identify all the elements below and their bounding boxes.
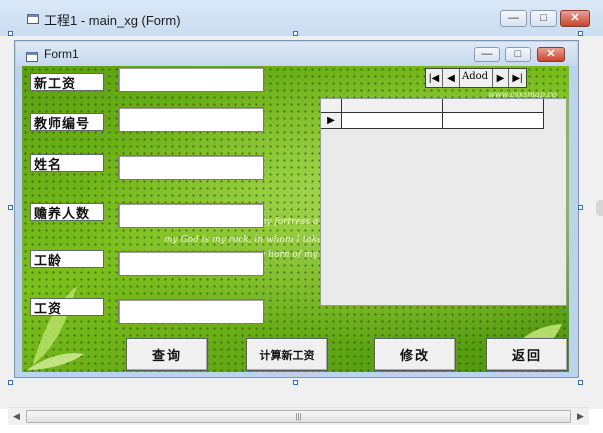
- resize-handle[interactable]: [578, 380, 583, 385]
- close-icon: ✕: [570, 12, 580, 24]
- scroll-right-button[interactable]: ▶: [572, 408, 589, 425]
- outer-window-title: 工程1 - main_xg (Form): [44, 13, 181, 28]
- resize-handle[interactable]: [8, 31, 13, 36]
- grid-cell[interactable]: [342, 113, 443, 129]
- resize-handle[interactable]: [578, 205, 583, 210]
- background-verse-line1: my fortress a: [258, 217, 319, 227]
- form-canvas: my fortress a my God is my rock, in whom…: [22, 66, 569, 372]
- scrollbar-thumb[interactable]: |||: [26, 410, 571, 423]
- background-verse-line2: my God is my rock, in whom I take: [164, 235, 323, 245]
- dependents-input[interactable]: [118, 203, 264, 228]
- minimize-button[interactable]: —: [500, 10, 527, 27]
- name-input[interactable]: [118, 155, 264, 180]
- grid-row-selector[interactable]: ▶: [321, 113, 342, 129]
- move-next-button[interactable]: ▶: [492, 69, 509, 87]
- move-last-icon: ▶|: [512, 72, 523, 84]
- grid-column-header[interactable]: [342, 99, 443, 113]
- close-button[interactable]: ✕: [560, 10, 590, 27]
- grid-column-header[interactable]: [443, 99, 544, 113]
- new-salary-input[interactable]: [118, 67, 264, 92]
- grid-cell[interactable]: [443, 113, 544, 129]
- form-close-button[interactable]: ✕: [537, 47, 565, 62]
- move-first-icon: |◀: [428, 72, 440, 84]
- resize-handle[interactable]: [293, 380, 298, 385]
- move-previous-icon: ◀: [447, 72, 455, 84]
- background-verse-line3: e horn of my: [260, 250, 318, 260]
- modify-button[interactable]: 修改: [374, 338, 456, 371]
- maximize-icon: □: [540, 12, 547, 24]
- form-title: Form1: [44, 47, 79, 61]
- horizontal-scrollbar[interactable]: ◀ ||| ▶: [8, 407, 589, 425]
- form-icon: [26, 49, 38, 62]
- salary-label: 工资: [30, 298, 104, 317]
- name-label: 姓名: [30, 154, 104, 173]
- current-row-icon: ▶: [327, 115, 335, 126]
- grid-corner-cell: [321, 99, 342, 113]
- leaf-decoration-left: [27, 286, 84, 370]
- maximize-icon: □: [514, 48, 522, 60]
- seniority-input[interactable]: [118, 251, 264, 276]
- arrow-left-icon: ◀: [13, 411, 20, 421]
- side-splitter[interactable]: [596, 200, 603, 216]
- teacher-id-input[interactable]: [118, 107, 264, 132]
- dependents-label: 赡养人数: [30, 203, 104, 222]
- back-button[interactable]: 返回: [486, 338, 568, 371]
- seniority-label: 工龄: [30, 250, 104, 269]
- form-minimize-button[interactable]: —: [474, 47, 500, 62]
- resize-handle[interactable]: [293, 31, 298, 36]
- minimize-icon: —: [508, 12, 519, 24]
- calculate-new-salary-button[interactable]: 计算新工资: [246, 338, 328, 371]
- salary-input[interactable]: [118, 299, 264, 324]
- new-salary-label: 新工资: [30, 73, 104, 92]
- move-previous-button[interactable]: ◀: [443, 69, 460, 87]
- close-icon: ✕: [546, 48, 556, 60]
- resize-handle[interactable]: [8, 380, 13, 385]
- resize-handle[interactable]: [578, 31, 583, 36]
- teacher-id-label: 教师编号: [30, 113, 104, 132]
- minimize-icon: —: [481, 48, 493, 60]
- form-maximize-button[interactable]: □: [505, 47, 531, 62]
- grip-icon: |||: [295, 412, 302, 421]
- adodc-control[interactable]: |◀ ◀ Adod ▶ ▶|: [425, 68, 527, 88]
- adodc-caption: Adod: [462, 71, 489, 82]
- project-icon: [27, 11, 39, 24]
- arrow-right-icon: ▶: [577, 411, 584, 421]
- move-last-button[interactable]: ▶|: [509, 69, 526, 87]
- move-next-icon: ▶: [496, 72, 505, 84]
- outer-window-titlebar: 工程1 - main_xg (Form) — □ ✕: [0, 0, 603, 37]
- query-button[interactable]: 查询: [126, 338, 208, 371]
- resize-handle[interactable]: [8, 205, 13, 210]
- data-grid[interactable]: ▶: [320, 98, 567, 306]
- maximize-button[interactable]: □: [530, 10, 557, 27]
- move-first-button[interactable]: |◀: [426, 69, 443, 87]
- scroll-left-button[interactable]: ◀: [8, 408, 25, 425]
